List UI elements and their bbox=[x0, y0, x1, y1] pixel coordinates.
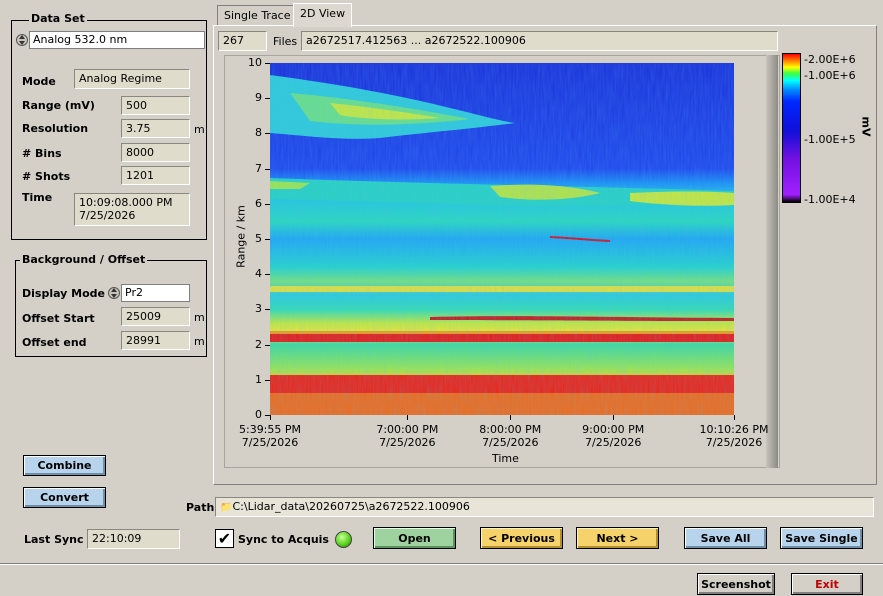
channel-field[interactable]: Analog 532.0 nm bbox=[29, 31, 205, 49]
x-tick-mark bbox=[734, 415, 735, 420]
y-tick-mark bbox=[265, 133, 270, 135]
x-tick-mark bbox=[613, 415, 615, 420]
bins-label: # Bins bbox=[22, 147, 62, 160]
mode-label: Mode bbox=[22, 75, 56, 88]
x-tick-label: 8:00:00 PM 7/25/2026 bbox=[479, 423, 542, 449]
path-label: Path bbox=[186, 501, 215, 514]
spinner-icon[interactable] bbox=[108, 284, 120, 302]
spinner-icon[interactable] bbox=[16, 31, 28, 49]
offset-start-field: 25009 bbox=[121, 307, 190, 326]
mode-field: Analog Regime bbox=[74, 69, 190, 89]
date-value: 7/25/2026 bbox=[79, 209, 136, 222]
y-tick-label: 1 bbox=[255, 372, 262, 386]
tab-2d-view[interactable]: 2D View bbox=[293, 3, 353, 27]
save-all-button[interactable]: Save All bbox=[684, 527, 767, 549]
plot-scrollbar[interactable] bbox=[766, 55, 778, 468]
y-tick-mark bbox=[265, 309, 270, 311]
sync-led-indicator bbox=[335, 531, 352, 548]
x-tick-mark bbox=[270, 415, 271, 420]
bins-field: 8000 bbox=[121, 143, 190, 162]
display-mode-label: Display Mode bbox=[22, 287, 106, 300]
save-single-button[interactable]: Save Single bbox=[780, 527, 863, 549]
y-tick-mark bbox=[265, 344, 270, 346]
resolution-field: 3.75 bbox=[121, 119, 190, 138]
y-tick-mark bbox=[265, 379, 270, 381]
combine-button[interactable]: Combine bbox=[23, 455, 106, 476]
channel-selector[interactable]: Analog 532.0 nm bbox=[14, 31, 205, 49]
files-label: Files bbox=[273, 35, 298, 48]
open-button[interactable]: Open bbox=[373, 527, 456, 549]
screenshot-button[interactable]: Screenshot bbox=[697, 573, 775, 595]
file-range-field: a2672517.412563 ... a2672522.100906 bbox=[301, 31, 778, 51]
path-value: C:\Lidar_data\20260725\a2672522.100906 bbox=[232, 500, 470, 513]
y-tick-mark bbox=[265, 63, 270, 64]
y-tick-label: 8 bbox=[255, 126, 262, 140]
colorbar-unit-label: mV bbox=[859, 116, 873, 137]
y-tick-label: 9 bbox=[255, 91, 262, 105]
y-tick-label: 6 bbox=[255, 196, 262, 210]
resolution-unit: m bbox=[194, 123, 205, 136]
colorbar-tick-label: -1.00E+5 bbox=[804, 132, 856, 146]
y-tick-label: 2 bbox=[255, 337, 262, 351]
colorbar-tick-label: -1.00E+6 bbox=[804, 68, 856, 82]
range-label: Range (mV) bbox=[22, 99, 95, 112]
colorbar-tick-label: -2.00E+6 bbox=[804, 53, 856, 66]
sync-label: Sync to Acquis bbox=[238, 533, 329, 546]
checkmark-icon: ✔ bbox=[217, 529, 232, 548]
y-tick-label: 3 bbox=[255, 302, 262, 316]
time-label: Time bbox=[22, 191, 53, 204]
y-tick-label: 5 bbox=[255, 232, 262, 245]
previous-button[interactable]: < Previous bbox=[480, 527, 563, 549]
x-tick-label: 10:10:26 PM 7/25/2026 bbox=[699, 423, 769, 449]
offset-end-unit: m bbox=[194, 335, 205, 348]
shots-field: 1201 bbox=[121, 166, 190, 185]
tab-single-trace[interactable]: Single Trace bbox=[217, 5, 298, 26]
convert-button[interactable]: Convert bbox=[23, 487, 106, 508]
x-tick-label: 7:00:00 PM 7/25/2026 bbox=[376, 423, 439, 449]
x-tick-label: 9:00:00 PM 7/25/2026 bbox=[582, 423, 645, 449]
time-value: 10:09:08.000 PM bbox=[79, 196, 173, 209]
background-title: Background / Offset bbox=[20, 253, 148, 266]
file-count-field: 267 bbox=[218, 31, 267, 51]
next-button[interactable]: Next > bbox=[576, 527, 659, 549]
display-mode-field[interactable]: Pr2 bbox=[121, 284, 190, 302]
offset-start-unit: m bbox=[194, 311, 205, 324]
time-field: 10:09:08.000 PM 7/25/2026 bbox=[74, 193, 190, 226]
path-field[interactable]: 📁 C:\Lidar_data\20260725\a2672522.100906 bbox=[215, 497, 874, 517]
range-field: 500 bbox=[121, 96, 190, 115]
colorbar bbox=[782, 53, 801, 203]
x-tick-label: 5:39:55 PM 7/25/2026 bbox=[238, 423, 302, 449]
colorbar-tick-label: -1.00E+4 bbox=[804, 193, 856, 206]
y-tick-mark bbox=[265, 168, 270, 170]
y-tick-mark bbox=[265, 274, 270, 276]
y-tick-label: 4 bbox=[255, 267, 262, 281]
exit-button[interactable]: Exit bbox=[791, 573, 863, 595]
y-tick-label: 7 bbox=[255, 161, 262, 175]
shots-label: # Shots bbox=[22, 170, 71, 183]
resolution-label: Resolution bbox=[22, 122, 89, 135]
dataset-title: Data Set bbox=[29, 12, 87, 25]
y-tick-label: 0 bbox=[255, 408, 262, 421]
x-axis-label: Time bbox=[492, 452, 519, 465]
display-mode-selector[interactable]: Pr2 bbox=[108, 284, 190, 302]
y-tick-label: 10 bbox=[248, 56, 262, 69]
y-tick-mark bbox=[265, 98, 270, 100]
last-sync-field: 22:10:09 bbox=[87, 529, 180, 549]
offset-end-label: Offset end bbox=[22, 336, 87, 349]
y-tick-mark bbox=[265, 203, 270, 205]
offset-start-label: Offset Start bbox=[22, 312, 95, 325]
sync-checkbox[interactable]: ✔ bbox=[215, 529, 234, 548]
offset-end-field: 28991 bbox=[121, 331, 190, 350]
x-tick-mark bbox=[407, 415, 409, 420]
y-tick-mark bbox=[265, 239, 270, 240]
last-sync-label: Last Sync bbox=[24, 533, 84, 546]
folder-icon[interactable]: 📁 bbox=[220, 501, 232, 515]
x-tick-mark bbox=[510, 415, 512, 420]
heatmap-image bbox=[270, 63, 734, 415]
